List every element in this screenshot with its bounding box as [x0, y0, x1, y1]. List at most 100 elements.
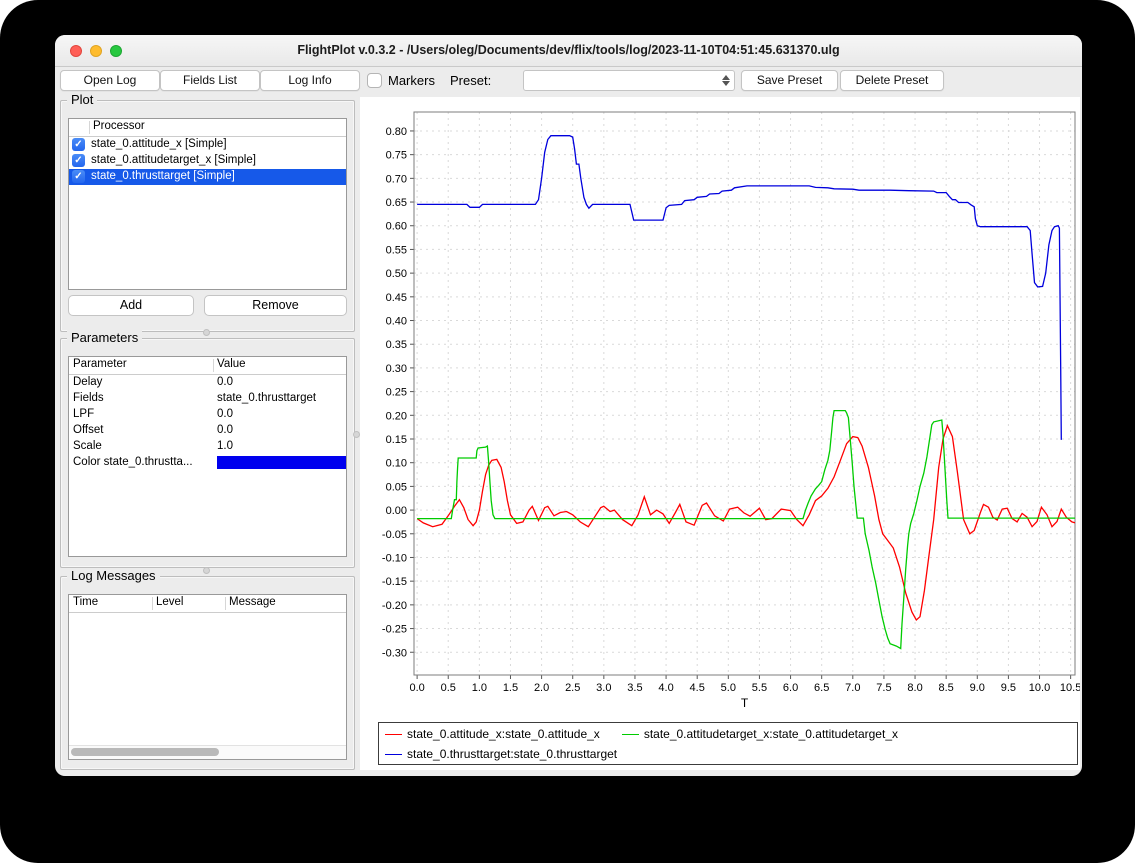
y-tick-label: 0.70: [386, 173, 407, 185]
processor-column-header: Processor: [93, 120, 145, 132]
y-tick-label: 0.25: [386, 387, 407, 399]
legend-line-swatch: [385, 754, 402, 755]
app-window: FlightPlot v.0.3.2 - /Users/oleg/Documen…: [55, 35, 1082, 776]
parameter-row[interactable]: Fields state_0.thrusttarget: [69, 391, 346, 407]
preset-label: Preset:: [450, 73, 491, 88]
chart-panel: 0.00.51.01.52.02.53.03.54.04.55.05.56.06…: [360, 97, 1080, 770]
y-tick-label: 0.30: [386, 363, 407, 375]
series-state_0.thrusttarget: [417, 136, 1061, 440]
plot-canvas[interactable]: 0.00.51.01.52.02.53.03.54.04.55.05.56.06…: [360, 97, 1080, 717]
series-state_0.attitudetarget_x: [417, 411, 1077, 649]
column-separator: [213, 359, 214, 372]
series-state_0.attitude_x: [417, 426, 1077, 620]
y-tick-label: 0.40: [386, 316, 407, 328]
x-tick-label: 9.5: [1001, 682, 1016, 694]
legend-line-swatch: [385, 734, 402, 735]
color-swatch[interactable]: [217, 456, 347, 469]
value-column-header: Value: [217, 358, 246, 370]
add-button[interactable]: Add: [68, 295, 194, 316]
remove-button[interactable]: Remove: [204, 295, 347, 316]
log-messages-group: Log Messages Time Level Message: [60, 576, 355, 770]
row-checkbox[interactable]: ✓: [72, 154, 85, 167]
x-tick-label: 2.5: [565, 682, 580, 694]
y-tick-label: -0.20: [382, 600, 407, 612]
y-tick-label: 0.05: [386, 481, 407, 493]
y-tick-label: 0.50: [386, 268, 407, 280]
x-tick-label: 6.5: [814, 682, 829, 694]
x-axis-label: T: [741, 696, 749, 710]
processor-row[interactable]: ✓state_0.attitudetarget_x [Simple]: [69, 153, 346, 169]
x-tick-label: 7.5: [876, 682, 891, 694]
parameter-row[interactable]: LPF 0.0: [69, 407, 346, 423]
log-messages-table[interactable]: Time Level Message: [68, 594, 347, 760]
y-tick-label: 0.55: [386, 244, 407, 256]
parameter-column-header: Parameter: [73, 358, 127, 370]
x-tick-label: 9.0: [970, 682, 985, 694]
column-separator: [152, 597, 153, 610]
legend-item: state_0.attitudetarget_x:state_0.attitud…: [622, 724, 898, 744]
log-messages-group-title: Log Messages: [67, 568, 160, 583]
x-tick-label: 8.5: [939, 682, 954, 694]
x-tick-label: 10.5: [1060, 682, 1080, 694]
preset-combobox[interactable]: [523, 70, 735, 91]
parameter-row[interactable]: Delay 0.0: [69, 375, 346, 391]
fields-list-button[interactable]: Fields List: [160, 70, 260, 91]
save-preset-button[interactable]: Save Preset: [741, 70, 838, 91]
open-log-button[interactable]: Open Log: [60, 70, 160, 91]
y-tick-label: 0.60: [386, 221, 407, 233]
parameter-name: Fields: [73, 392, 104, 404]
splitter-handle[interactable]: [203, 567, 210, 574]
horizontal-scrollbar[interactable]: [69, 745, 346, 759]
time-column-header: Time: [73, 596, 98, 608]
combo-down-arrow-icon: [722, 81, 730, 86]
parameters-table[interactable]: Parameter Value Delay 0.0 Fields state_0.th…: [68, 356, 347, 557]
column-separator: [89, 121, 90, 134]
parameter-value: state_0.thrusttarget: [217, 392, 316, 404]
row-checkbox[interactable]: ✓: [72, 170, 85, 183]
parameters-table-header: Parameter Value: [69, 357, 346, 375]
parameter-name: Offset: [73, 424, 103, 436]
y-tick-label: 0.10: [386, 458, 407, 470]
color-parameter-row[interactable]: Color state_0.thrustta...: [69, 455, 346, 471]
delete-preset-button[interactable]: Delete Preset: [840, 70, 944, 91]
x-tick-label: 6.0: [783, 682, 798, 694]
parameter-value: 1.0: [217, 440, 233, 452]
processor-row[interactable]: ✓state_0.attitude_x [Simple]: [69, 137, 346, 153]
y-tick-label: 0.15: [386, 434, 407, 446]
level-column-header: Level: [156, 596, 184, 608]
x-tick-label: 2.0: [534, 682, 549, 694]
row-checkbox[interactable]: ✓: [72, 138, 85, 151]
parameter-value: 0.0: [217, 408, 233, 420]
x-tick-label: 4.5: [690, 682, 705, 694]
parameter-name: Delay: [73, 376, 102, 388]
parameter-value: 0.0: [217, 376, 233, 388]
parameter-name: Color state_0.thrustta...: [73, 456, 193, 468]
processor-row-label: state_0.thrusttarget [Simple]: [91, 170, 235, 182]
processor-table-header: Processor: [69, 119, 346, 137]
parameter-name: LPF: [73, 408, 94, 420]
window-title: FlightPlot v.0.3.2 - /Users/oleg/Documen…: [55, 35, 1082, 66]
x-tick-label: 3.0: [596, 682, 611, 694]
y-tick-label: 0.75: [386, 150, 407, 162]
processor-table[interactable]: Processor ✓state_0.attitude_x [Simple]✓s…: [68, 118, 347, 290]
y-tick-label: 0.35: [386, 339, 407, 351]
markers-checkbox[interactable]: [367, 73, 382, 88]
plot-group: Plot Processor ✓state_0.attitude_x [Simp…: [60, 100, 355, 332]
parameter-row[interactable]: Offset0.0: [69, 423, 346, 439]
x-tick-label: 8.0: [907, 682, 922, 694]
x-tick-label: 1.0: [472, 682, 487, 694]
x-tick-label: 5.0: [721, 682, 736, 694]
splitter-handle[interactable]: [203, 329, 210, 336]
processor-row[interactable]: ✓ state_0.thrusttarget [Simple]: [69, 169, 346, 185]
legend-item: state_0.attitude_x:state_0.attitude_x: [385, 724, 600, 744]
x-tick-label: 0.0: [409, 682, 424, 694]
scrollbar-thumb[interactable]: [71, 748, 219, 756]
parameter-row[interactable]: Scale1.0: [69, 439, 346, 455]
vertical-splitter-handle[interactable]: [353, 431, 360, 438]
legend-label: state_0.thrusttarget:state_0.thrusttarge…: [407, 747, 617, 761]
log-info-button[interactable]: Log Info: [260, 70, 360, 91]
legend-line-swatch: [622, 734, 639, 735]
markers-label: Markers: [388, 73, 435, 88]
x-tick-label: 3.5: [627, 682, 642, 694]
title-bar[interactable]: FlightPlot v.0.3.2 - /Users/oleg/Documen…: [55, 35, 1082, 67]
